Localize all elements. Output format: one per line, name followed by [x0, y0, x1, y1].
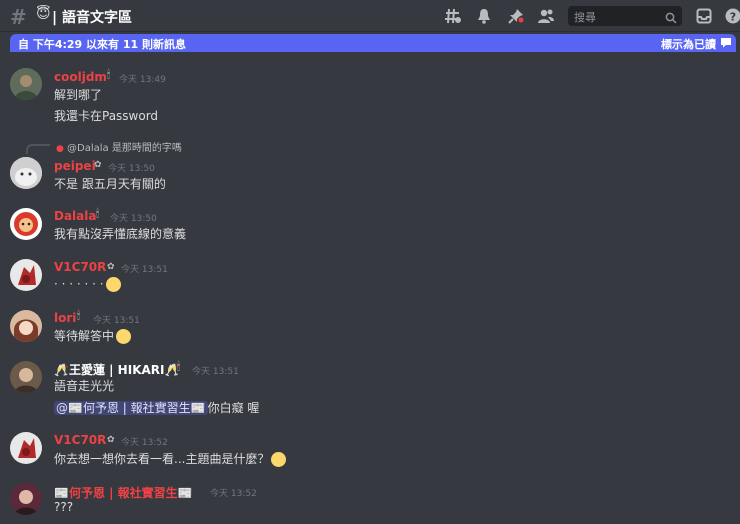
- message-timestamp: 今天 13:52: [121, 438, 168, 448]
- avatar[interactable]: [10, 157, 42, 189]
- avatar[interactable]: [10, 259, 42, 291]
- message-text: 不是 跟五月天有關的: [54, 177, 166, 191]
- svg-text:?: ?: [730, 11, 736, 24]
- message-timestamp: 今天 13:52: [210, 489, 257, 499]
- mark-read-icon: [720, 37, 732, 51]
- new-messages-bar[interactable]: 自 下午4:29 以來有 11 則新訊息 標示為已讀: [10, 34, 736, 52]
- help-icon[interactable]: ?: [722, 5, 740, 27]
- member-list-icon[interactable]: [535, 5, 557, 27]
- avatar[interactable]: [10, 310, 42, 342]
- avatar[interactable]: [10, 361, 42, 393]
- notification-bell-icon[interactable]: [473, 5, 495, 27]
- pinned-messages-icon[interactable]: [505, 5, 527, 27]
- message-author[interactable]: V1C70R: [54, 433, 106, 447]
- channel-header: # 😇 | 語音文字區 搜尋 ?: [0, 0, 740, 32]
- message-timestamp: 今天 13:50: [108, 164, 155, 174]
- message-text: 等待解答中: [54, 327, 132, 344]
- search-icon: [665, 9, 677, 28]
- avatar[interactable]: [10, 483, 42, 515]
- message-timestamp: 今天 13:50: [110, 214, 157, 224]
- role-badge-icon: ✿: [107, 435, 115, 445]
- channel-hash-icon: #: [10, 5, 27, 29]
- role-badge-icon: ✿: [107, 262, 115, 272]
- reply-connector: [26, 144, 50, 154]
- message-text: 我有點沒弄懂底線的意義: [54, 227, 187, 241]
- inbox-icon[interactable]: [693, 5, 715, 27]
- channel-emoji: 😇: [36, 6, 51, 22]
- reply-preview[interactable]: ● @Dalala 是那時間的字嗎: [56, 139, 182, 154]
- message-text: 語音走光光: [54, 379, 115, 393]
- message-timestamp: 今天 13:51: [93, 316, 140, 326]
- new-messages-text: 自 下午4:29 以來有 11 則新訊息: [18, 38, 186, 51]
- message-author[interactable]: lori: [54, 311, 76, 325]
- role-badge-icon: ✿: [94, 160, 102, 170]
- role-badge-icon: 🕯: [96, 207, 100, 220]
- message-timestamp: 今天 13:49: [119, 75, 166, 85]
- reply-avatar-icon: ●: [56, 144, 64, 154]
- message-text: 你去想一想你去看一看...主題曲是什麼？: [54, 450, 287, 467]
- avatar[interactable]: [10, 208, 42, 240]
- message-author[interactable]: 📰何予恩 | 報社實習生📰: [54, 484, 193, 501]
- role-badge-icon: 🕯: [177, 360, 181, 373]
- message-author[interactable]: V1C70R: [54, 260, 106, 274]
- message-author[interactable]: cooljdm: [54, 70, 107, 84]
- channel-name: | 語音文字區: [52, 10, 132, 26]
- blank-face-emoji-icon: [105, 277, 121, 292]
- message-timestamp: 今天 13:51: [192, 367, 239, 377]
- search-placeholder: 搜尋: [574, 11, 596, 24]
- message-text: · · · · · · ·: [54, 277, 121, 292]
- message-author[interactable]: peipei: [54, 159, 96, 173]
- avatar[interactable]: [10, 432, 42, 464]
- sweat-smile-emoji-icon: [271, 452, 287, 467]
- message-text: ???: [54, 500, 74, 514]
- search-input[interactable]: 搜尋: [568, 6, 682, 26]
- message-author[interactable]: 🥂王愛蓮 | HIKARI🥂: [54, 361, 179, 378]
- mark-as-read-button[interactable]: 標示為已讀: [661, 36, 716, 52]
- avatar[interactable]: [10, 68, 42, 100]
- user-mention[interactable]: @📰何予恩 | 報社實習生📰: [54, 401, 208, 415]
- message-text: @📰何予恩 | 報社實習生📰 你白癡 喔: [54, 401, 260, 415]
- message-text: 我還卡在Password: [54, 109, 159, 123]
- role-badge-icon: 🕯: [77, 309, 81, 322]
- threads-icon[interactable]: [442, 5, 464, 27]
- role-badge-icon: 🕯: [107, 68, 111, 81]
- message-timestamp: 今天 13:51: [121, 265, 168, 275]
- message-text: 解到哪了: [54, 88, 103, 102]
- message-author[interactable]: Dalala: [54, 209, 96, 223]
- crying-face-emoji-icon: [116, 329, 132, 344]
